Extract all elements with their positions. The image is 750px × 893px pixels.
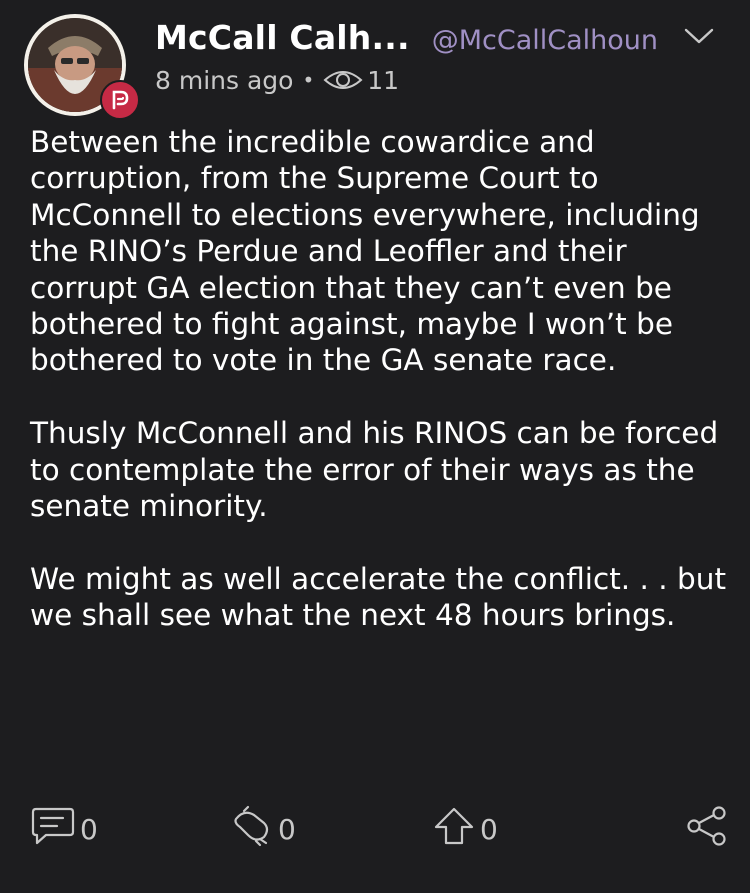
- post-body: Between the incredible cowardice and cor…: [30, 124, 730, 634]
- post-paragraph: Between the incredible cowardice and cor…: [30, 125, 700, 378]
- display-name[interactable]: McCall Calh...: [155, 18, 410, 57]
- comment-button[interactable]: 0: [30, 806, 98, 852]
- user-handle[interactable]: @McCallCalhoun: [432, 25, 658, 56]
- upvote-button[interactable]: 0: [432, 806, 498, 852]
- share-icon: [685, 805, 729, 854]
- comment-count: 0: [80, 812, 98, 846]
- parler-logo-icon: [100, 80, 140, 120]
- upvote-count: 0: [480, 812, 498, 846]
- post-paragraph: We might as well accelerate the conflict…: [30, 561, 727, 633]
- post-header: McCall Calh... @McCallCalhoun: [155, 18, 735, 58]
- post-time: 8 mins ago: [155, 65, 294, 95]
- eye-icon: [323, 68, 363, 92]
- chevron-down-icon[interactable]: [682, 24, 716, 48]
- comment-icon: [30, 805, 76, 854]
- echo-count: 0: [278, 812, 296, 846]
- view-count: 11: [367, 65, 400, 95]
- action-bar: 0 0 0: [0, 805, 750, 856]
- post-meta: 8 mins ago • 11: [155, 60, 399, 100]
- meta-separator: •: [302, 68, 315, 92]
- upvote-arrow-icon: [432, 805, 476, 854]
- avatar[interactable]: [24, 14, 140, 120]
- echo-button[interactable]: 0: [230, 805, 296, 854]
- post-paragraph: Thusly McConnell and his RINOS can be fo…: [30, 416, 719, 524]
- post-card: McCall Calh... @McCallCalhoun 8 mins ago…: [0, 0, 750, 893]
- share-button[interactable]: [685, 805, 729, 854]
- echo-icon: [230, 805, 274, 854]
